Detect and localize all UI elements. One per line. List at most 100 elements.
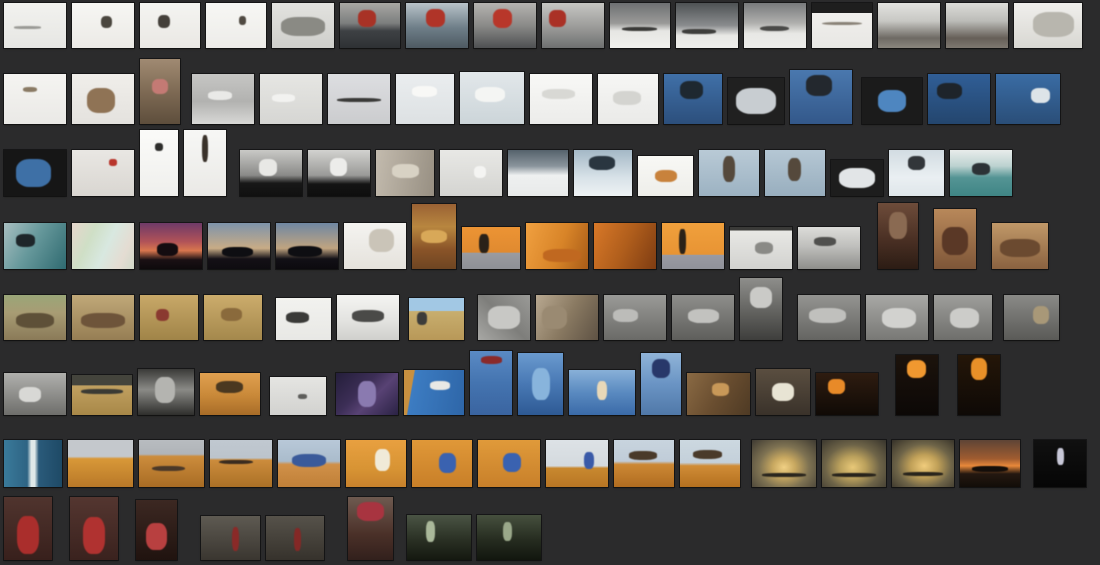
photo-thumbnail-camels-sunset-3[interactable]	[892, 440, 954, 487]
photo-thumbnail-camels-sunset-2[interactable]	[822, 440, 886, 487]
photo-thumbnail-snow-trees-sketch[interactable]	[1014, 3, 1082, 48]
photo-thumbnail-quiver-trees-rays-1[interactable]	[208, 223, 270, 269]
photo-thumbnail-blue-wall-red-figure[interactable]	[470, 351, 512, 415]
photo-thumbnail-rhino-portrait-bw[interactable]	[740, 278, 782, 340]
photo-thumbnail-shipwreck-bw[interactable]	[798, 227, 860, 269]
photo-thumbnail-eagle-white-matte[interactable]	[831, 160, 883, 196]
photo-thumbnail-scarf-dune-2[interactable]	[680, 440, 740, 487]
photo-thumbnail-scarf-cloud-bg[interactable]	[546, 440, 608, 487]
photo-thumbnail-milky-way[interactable]	[336, 373, 398, 415]
photo-thumbnail-scarf-dune-1[interactable]	[614, 440, 674, 487]
photo-thumbnail-lioness-cubs-bw[interactable]	[4, 373, 66, 415]
photo-thumbnail-storm-clouds-herd-1[interactable]	[610, 3, 670, 48]
photo-thumbnail-elephant-sepia[interactable]	[536, 295, 598, 340]
photo-thumbnail-eagle-blue-water-1[interactable]	[928, 74, 990, 124]
photo-thumbnail-red-robe-elder-1[interactable]	[4, 497, 52, 560]
photo-thumbnail-dunes-caravan[interactable]	[139, 440, 204, 487]
photo-thumbnail-eagle-splash-blue[interactable]	[664, 74, 722, 124]
photo-thumbnail-plains-highkey-bw[interactable]	[270, 377, 326, 415]
photo-thumbnail-swan-in-mist[interactable]	[440, 150, 502, 196]
photo-thumbnail-zebras-dense-bw[interactable]	[478, 295, 530, 340]
photo-thumbnail-cistern-columns-1[interactable]	[407, 515, 471, 560]
photo-thumbnail-dark-figure-light[interactable]	[1034, 440, 1086, 487]
photo-thumbnail-carpet-pattern[interactable]	[412, 204, 456, 269]
photo-thumbnail-deadvlei-window[interactable]	[462, 227, 520, 269]
photo-thumbnail-ruins-red-figure-2[interactable]	[266, 516, 324, 560]
photo-thumbnail-lone-tree-snow-3[interactable]	[206, 3, 266, 48]
photo-thumbnail-aerial-pastel[interactable]	[72, 223, 134, 269]
photo-thumbnail-eagle-gray-matte[interactable]	[728, 78, 784, 124]
photo-thumbnail-rhino-pair-bw[interactable]	[672, 295, 734, 340]
photo-thumbnail-snow-rock-patches-1[interactable]	[878, 3, 940, 48]
photo-thumbnail-swan-dance-dark-2[interactable]	[308, 150, 370, 196]
photo-thumbnail-himba-boy-portrait[interactable]	[878, 203, 918, 269]
photo-thumbnail-lion-pair[interactable]	[204, 295, 262, 340]
photo-thumbnail-snow-mound-monkeys[interactable]	[4, 74, 66, 124]
photo-thumbnail-caravan-crest[interactable]	[210, 440, 272, 487]
photo-thumbnail-acacia-savanna[interactable]	[200, 373, 260, 415]
photo-thumbnail-snow-birds-highkey[interactable]	[4, 3, 66, 48]
photo-thumbnail-camels-sunset-1[interactable]	[752, 440, 816, 487]
photo-thumbnail-ruins-red-figure-1[interactable]	[201, 516, 260, 560]
photo-thumbnail-eagle-catch-teal[interactable]	[950, 150, 1012, 196]
photo-thumbnail-lion-yawn[interactable]	[140, 295, 198, 340]
photo-thumbnail-lone-tree-snow-2[interactable]	[140, 3, 200, 48]
photo-thumbnail-blue-turban-man[interactable]	[641, 353, 681, 415]
photo-thumbnail-torii-gray-sky[interactable]	[474, 3, 536, 48]
photo-thumbnail-leopard-grass-bw[interactable]	[1004, 295, 1059, 340]
photo-thumbnail-rhino-group-bw[interactable]	[798, 295, 860, 340]
photo-thumbnail-birds-line-snow[interactable]	[812, 3, 872, 48]
photo-thumbnail-himba-dancers[interactable]	[934, 209, 976, 269]
photo-thumbnail-eagle-snow-mountain[interactable]	[574, 150, 632, 196]
photo-thumbnail-swans-flight-white[interactable]	[530, 74, 592, 124]
photo-thumbnail-eagle-small-matte[interactable]	[862, 78, 922, 124]
photo-thumbnail-deadvlei-two-trees[interactable]	[662, 223, 724, 269]
photo-thumbnail-quiver-tree-sunset[interactable]	[140, 223, 202, 269]
photo-thumbnail-cranes-landing[interactable]	[192, 74, 254, 124]
photo-thumbnail-fire-torch-2[interactable]	[958, 355, 1000, 415]
photo-thumbnail-zebras-group-bw[interactable]	[337, 295, 399, 340]
photo-thumbnail-sketch-arch-highkey[interactable]	[344, 223, 406, 269]
photo-thumbnail-snow-forest[interactable]	[272, 3, 334, 48]
photo-thumbnail-himba-goat-herd[interactable]	[72, 295, 134, 340]
photo-thumbnail-crane-heads-red[interactable]	[72, 150, 134, 196]
photo-thumbnail-tuareg-trio[interactable]	[278, 440, 340, 487]
photo-thumbnail-turban-elder-portrait[interactable]	[136, 500, 177, 560]
photo-thumbnail-red-dune[interactable]	[594, 223, 656, 269]
photo-thumbnail-scarf-blue-robe-2[interactable]	[478, 440, 540, 487]
photo-thumbnail-swans-pair-white[interactable]	[598, 74, 658, 124]
photo-thumbnail-monkey-huddle[interactable]	[72, 74, 134, 124]
photo-thumbnail-elephant-bw-waterhole[interactable]	[138, 369, 194, 415]
photo-thumbnail-crane-flock-line[interactable]	[328, 74, 390, 124]
photo-thumbnail-eagle-blue-water-2[interactable]	[996, 74, 1060, 124]
photo-thumbnail-dunes-wide[interactable]	[68, 440, 133, 487]
photo-thumbnail-storm-clouds-herd-2[interactable]	[676, 3, 738, 48]
photo-thumbnail-swan-neck-portrait[interactable]	[140, 130, 178, 196]
photo-thumbnail-fire-blacksmith[interactable]	[816, 373, 878, 415]
photo-thumbnail-crane-blue-matte[interactable]	[4, 150, 66, 196]
photo-thumbnail-torii-blue-sea[interactable]	[406, 3, 468, 48]
photo-thumbnail-eagle-sky-dive-1[interactable]	[699, 150, 759, 196]
photo-thumbnail-zebras-highkey[interactable]	[276, 298, 331, 340]
photo-thumbnail-swan-flying-mist[interactable]	[396, 74, 454, 124]
photo-thumbnail-snow-rock-patches-2[interactable]	[946, 3, 1008, 48]
photo-thumbnail-rhino-grass-bw[interactable]	[604, 295, 666, 340]
photo-thumbnail-himba-group[interactable]	[992, 223, 1048, 269]
photo-thumbnail-blue-alley[interactable]	[569, 370, 635, 415]
photo-thumbnail-weaving-workshop[interactable]	[687, 373, 750, 415]
photo-thumbnail-scarf-blue-robe-1[interactable]	[412, 440, 472, 487]
photo-thumbnail-fire-torch-1[interactable]	[896, 355, 938, 415]
photo-thumbnail-scarf-white-robe[interactable]	[346, 440, 406, 487]
photo-thumbnail-zebra-color[interactable]	[409, 298, 464, 340]
photo-thumbnail-red-umbrella-figure[interactable]	[348, 497, 393, 560]
photo-thumbnail-fox-rolling[interactable]	[638, 156, 693, 196]
photo-thumbnail-eagle-over-waves[interactable]	[790, 70, 852, 124]
photo-thumbnail-lone-tree-snow-1[interactable]	[72, 3, 134, 48]
photo-thumbnail-courtyard-sky-up[interactable]	[756, 369, 810, 415]
photo-thumbnail-blue-stairs[interactable]	[518, 353, 563, 415]
photo-thumbnail-red-robe-elder-2[interactable]	[70, 497, 118, 560]
photo-thumbnail-quiver-trees-rays-2[interactable]	[276, 223, 338, 269]
photo-thumbnail-misty-trees-bw[interactable]	[730, 227, 792, 269]
photo-thumbnail-storks-blue-sky[interactable]	[404, 370, 464, 415]
photo-thumbnail-cranes-pair-snow[interactable]	[260, 74, 322, 124]
